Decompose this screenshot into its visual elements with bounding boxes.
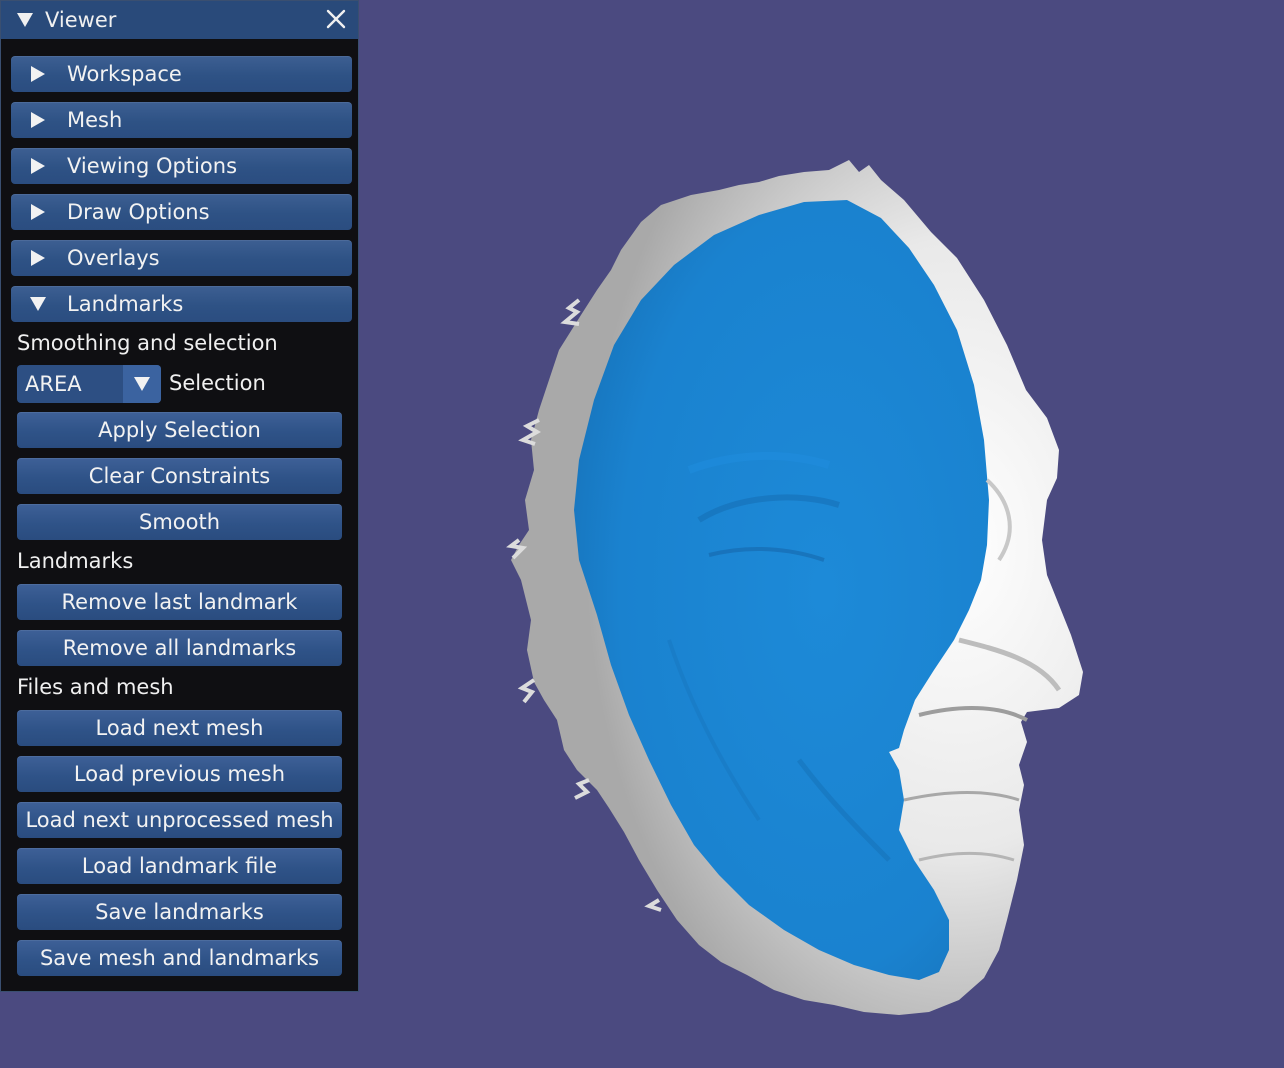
selection-mode-label: Selection	[169, 371, 266, 395]
viewer-panel: Viewer Workspace Mesh Viewing Options Dr…	[0, 0, 359, 992]
section-landmarks: Landmarks	[17, 549, 134, 573]
expand-arrow-icon	[28, 156, 48, 176]
load-previous-mesh-button[interactable]: Load previous mesh	[17, 756, 342, 792]
section-files-mesh: Files and mesh	[17, 675, 174, 699]
save-mesh-and-landmarks-button[interactable]: Save mesh and landmarks	[17, 940, 342, 976]
header-label: Draw Options	[67, 200, 210, 224]
header-workspace[interactable]: Workspace	[11, 56, 352, 92]
header-mesh[interactable]: Mesh	[11, 102, 352, 138]
expand-arrow-icon	[28, 110, 48, 130]
header-label: Viewing Options	[67, 154, 238, 178]
mesh-viewport[interactable]	[359, 0, 1284, 1064]
header-draw-options[interactable]: Draw Options	[11, 194, 352, 230]
clear-constraints-button[interactable]: Clear Constraints	[17, 458, 342, 494]
expand-arrow-icon	[28, 248, 48, 268]
save-landmarks-button[interactable]: Save landmarks	[17, 894, 342, 930]
header-overlays[interactable]: Overlays	[11, 240, 352, 276]
close-icon[interactable]	[324, 7, 348, 31]
selection-mode-combo[interactable]: AREA	[17, 365, 161, 403]
header-label: Mesh	[67, 108, 123, 132]
header-viewing-options[interactable]: Viewing Options	[11, 148, 352, 184]
smooth-button[interactable]: Smooth	[17, 504, 342, 540]
viewer-title: Viewer	[45, 8, 117, 32]
collapse-arrow-icon	[28, 294, 48, 314]
chevron-down-icon[interactable]	[123, 365, 161, 403]
section-smoothing-selection: Smoothing and selection	[17, 331, 278, 355]
load-next-unprocessed-mesh-button[interactable]: Load next unprocessed mesh	[17, 802, 342, 838]
apply-selection-button[interactable]: Apply Selection	[17, 412, 342, 448]
load-next-mesh-button[interactable]: Load next mesh	[17, 710, 342, 746]
selection-mode-value: AREA	[25, 372, 82, 396]
header-landmarks[interactable]: Landmarks	[11, 286, 352, 322]
expand-arrow-icon	[28, 64, 48, 84]
viewer-titlebar[interactable]: Viewer	[1, 1, 358, 39]
face-mesh[interactable]	[359, 0, 1284, 1064]
expand-arrow-icon	[28, 202, 48, 222]
header-label: Workspace	[67, 62, 182, 86]
remove-all-landmarks-button[interactable]: Remove all landmarks	[17, 630, 342, 666]
header-label: Overlays	[67, 246, 160, 270]
load-landmark-file-button[interactable]: Load landmark file	[17, 848, 342, 884]
header-label: Landmarks	[67, 292, 184, 316]
remove-last-landmark-button[interactable]: Remove last landmark	[17, 584, 342, 620]
collapse-triangle-icon[interactable]	[15, 10, 35, 30]
